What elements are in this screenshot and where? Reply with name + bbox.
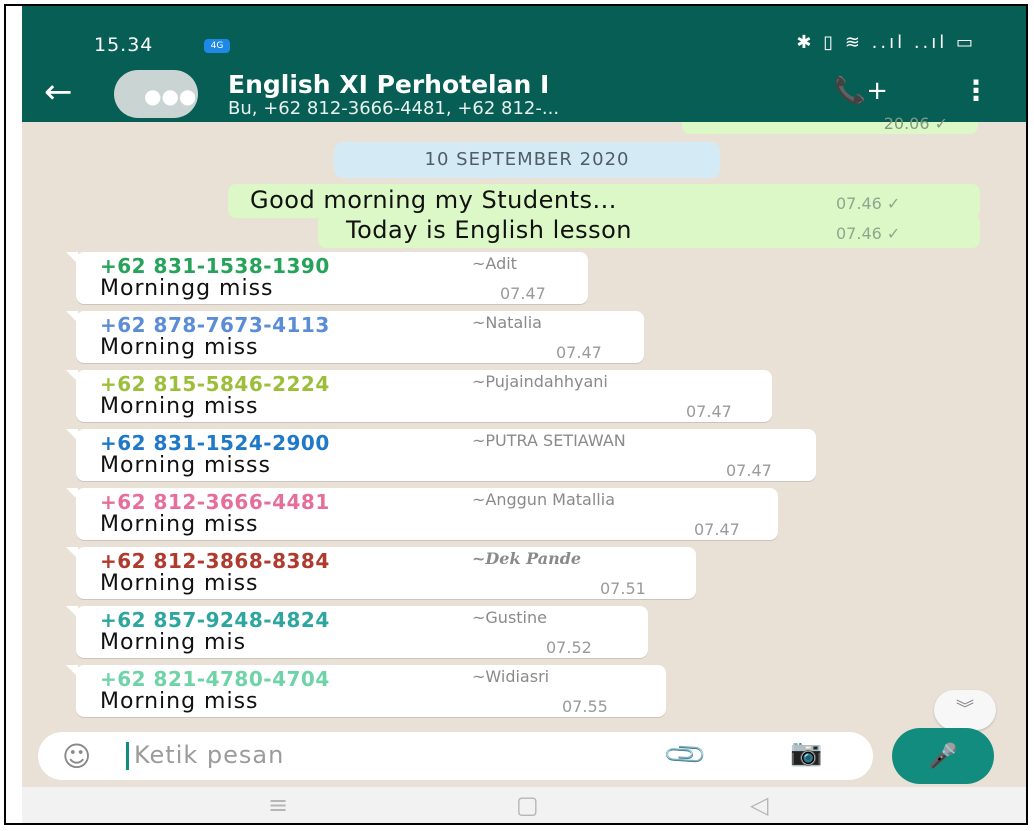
menu-dots-icon[interactable]: ⋮ (962, 74, 990, 107)
sender-number[interactable]: +62 831-1524-2900 (100, 431, 330, 455)
message-time: 07.47 (686, 402, 732, 421)
status-time: 15.34 (94, 34, 154, 56)
outgoing-message[interactable]: Today is English lesson 07.46 ✓ (318, 214, 980, 248)
message-text: Morning miss (100, 394, 259, 419)
message-time: 07.47 (556, 343, 602, 362)
incoming-message[interactable]: +62 831-1524-2900 ~PUTRA SETIAWAN Morning … (66, 429, 816, 481)
screenshot-frame: 15.34 4G ✱ ▯ ≋ ..ıl ..ıl ▭ ← ●●● English… (4, 4, 1028, 825)
outgoing-message[interactable]: Good morning my Students... 07.46 ✓ (228, 184, 980, 218)
sender-number[interactable]: +62 857-9248-4824 (100, 608, 330, 632)
group-avatar[interactable]: ●●● (114, 70, 198, 118)
message-text: Today is English lesson (346, 216, 632, 244)
status-bar: 15.34 4G ✱ ▯ ≋ ..ıl ..ıl ▭ (22, 6, 1026, 64)
android-nav-bar: ≡ ▢ ◁ (22, 787, 1026, 823)
sender-name: ~Widiasri (472, 667, 550, 686)
message-text: Morning miss (100, 689, 259, 714)
text-caret (126, 742, 129, 770)
group-icon: ●●● (144, 84, 197, 108)
incoming-message[interactable]: +62 815-5846-2224 ~Pujaindahhyani Morning … (66, 370, 772, 422)
mic-button[interactable]: 🎤 (892, 728, 994, 784)
back-nav-icon[interactable]: ◁ (750, 791, 768, 819)
message-text: Morning miss (100, 335, 259, 360)
home-nav-icon[interactable]: ▢ (516, 791, 539, 819)
chat-header: ← ●●● English XI Perhotelan I Bu, +62 81… (22, 64, 1026, 122)
back-arrow-icon[interactable]: ← (44, 72, 73, 112)
menu-nav-icon[interactable]: ≡ (268, 791, 288, 819)
sender-name: ~Pujaindahhyani (472, 372, 608, 391)
message-text: Morningg miss (100, 276, 274, 301)
sender-number[interactable]: +62 831-1538-1390 (100, 254, 330, 278)
message-text: Morning mis (100, 630, 247, 655)
message-text: Morning misss (100, 453, 271, 478)
incoming-message[interactable]: +62 831-1538-1390 ~Adit Morningg miss 07.47 (66, 252, 588, 304)
sender-number[interactable]: +62 821-4780-4704 (100, 667, 330, 691)
sender-name: ~Anggun Matallia (472, 490, 615, 509)
incoming-message[interactable]: +62 812-3666-4481 ~Anggun Matallia Morning… (66, 488, 778, 540)
incoming-message[interactable]: +62 878-7673-4113 ~Natalia Morning miss 07.… (66, 311, 644, 363)
date-chip: 10 SEPTEMBER 2020 (334, 142, 720, 178)
group-members: Bu, +62 812-3666-4481, +62 812-... (228, 98, 560, 119)
incoming-message[interactable]: +62 812-3868-8384 ~Dek Pande Morning miss 0… (66, 547, 696, 599)
message-time: 07.51 (600, 579, 646, 598)
message-input-bar[interactable]: ☺ Ketik pesan 📎 📷 (38, 731, 873, 780)
sender-name: ~Dek Pande (472, 549, 582, 568)
phone-screen: 15.34 4G ✱ ▯ ≋ ..ıl ..ıl ▭ ← ●●● English… (22, 6, 1026, 823)
sender-name: ~Natalia (472, 313, 542, 332)
camera-icon[interactable]: 📷 (790, 738, 822, 768)
sender-name: ~Gustine (472, 608, 547, 627)
sender-number[interactable]: +62 812-3666-4481 (100, 490, 330, 514)
sender-name: ~Adit (472, 254, 517, 273)
message-text: Morning miss (100, 512, 259, 537)
status-icons: ✱ ▯ ≋ ..ıl ..ıl ▭ (796, 32, 976, 53)
incoming-message[interactable]: +62 821-4780-4704 ~Widiasri Morning miss 07… (66, 665, 666, 717)
message-time: 07.52 (546, 638, 592, 657)
message-time: 07.47 (500, 284, 546, 303)
sender-number[interactable]: +62 815-5846-2224 (100, 372, 330, 396)
message-input[interactable]: Ketik pesan (134, 741, 284, 769)
attach-icon[interactable]: 📎 (661, 731, 709, 779)
message-time: 07.46 ✓ (836, 224, 901, 243)
group-title[interactable]: English XI Perhotelan I (228, 70, 549, 99)
scroll-down-icon[interactable]: ︾ (934, 690, 996, 730)
previous-message-time: 20.06 ✓ (883, 114, 948, 133)
message-text: Morning miss (100, 571, 259, 596)
emoji-icon[interactable]: ☺ (62, 740, 91, 773)
message-time: 07.47 (726, 461, 772, 480)
add-call-icon[interactable]: 📞+ (834, 76, 888, 106)
message-time: 07.47 (694, 520, 740, 539)
message-time: 07.46 ✓ (836, 194, 901, 213)
sender-name: ~PUTRA SETIAWAN (472, 431, 626, 450)
message-time: 07.55 (562, 697, 608, 716)
chat-area: 20.06 ✓ 10 SEPTEMBER 2020 Good morning m… (22, 114, 1026, 732)
message-text: Good morning my Students... (250, 186, 617, 214)
incoming-message[interactable]: +62 857-9248-4824 ~Gustine Morning mis 07.5… (66, 606, 648, 658)
previous-message: 20.06 ✓ (682, 114, 978, 134)
sender-number[interactable]: +62 812-3868-8384 (100, 549, 330, 573)
sender-number[interactable]: +62 878-7673-4113 (100, 313, 330, 337)
notification-icon: 4G (204, 39, 230, 53)
